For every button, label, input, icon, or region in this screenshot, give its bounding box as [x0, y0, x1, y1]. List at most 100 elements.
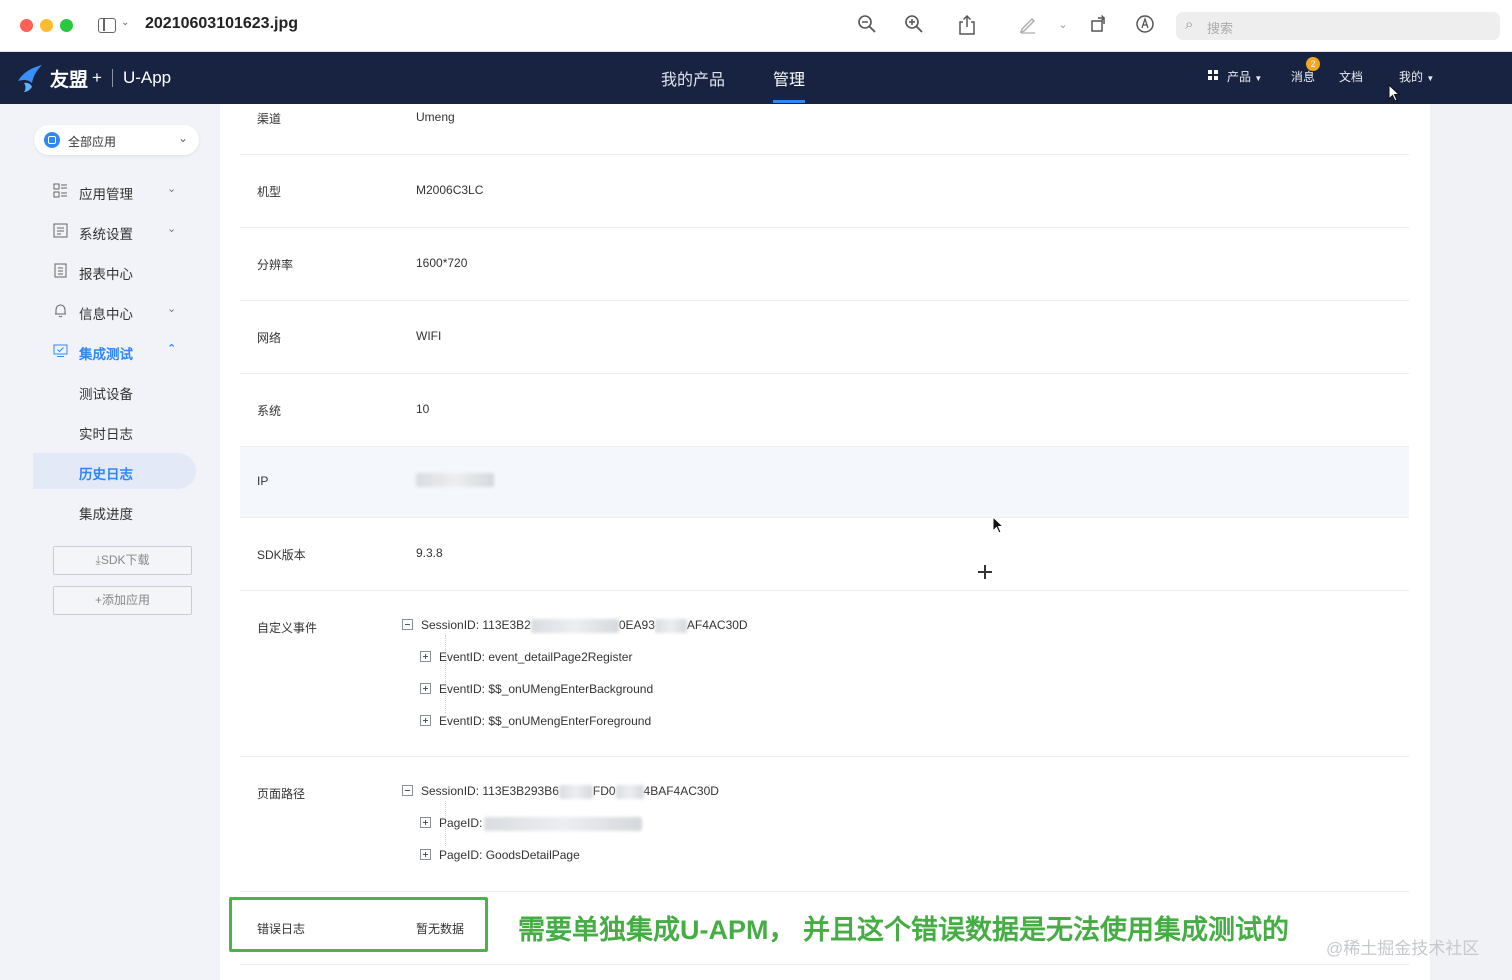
ip-value-redacted [416, 472, 494, 487]
collapse-icon[interactable] [402, 785, 413, 796]
sidebar-item-label: 应用管理 [79, 187, 133, 202]
redacted-segment [615, 784, 644, 799]
sidebar-subitem-label: 历史日志 [79, 467, 133, 482]
page-path-session-node[interactable]: SessionID: 113E3B293B6 FD0 4BAF4AC30D [402, 784, 719, 799]
zoom-out-icon[interactable] [856, 14, 878, 36]
sdk-download-button[interactable]: ⤓SDK下载 [53, 546, 192, 575]
chevron-down-icon: ⌄ [167, 183, 177, 195]
detail-key: SDK版本 [257, 548, 306, 562]
arrow-cursor-icon [992, 516, 1004, 534]
sidebar-subitem-label: 测试设备 [79, 387, 133, 402]
collapse-icon[interactable] [402, 619, 413, 630]
logo-divider [111, 69, 113, 87]
detail-row-page-paths: 页面路径 SessionID: 113E3B293B6 FD0 4BAF4AC30D… [240, 757, 1409, 892]
crosshair-cursor-icon [978, 565, 992, 579]
chevron-up-icon: ⌃ [167, 343, 177, 355]
docs-link[interactable]: 文档 [1339, 68, 1363, 85]
app-list-icon [53, 183, 68, 198]
sidebar-toggle-icon[interactable]: ⌄ [98, 16, 134, 36]
app-selector[interactable]: 全部应用 ⌄ [34, 125, 199, 155]
rotate-icon[interactable] [1088, 14, 1110, 36]
my-account-label: 我的 [1399, 70, 1424, 84]
detail-value: 10 [416, 402, 430, 416]
main-panel: 渠道 Umeng 机型 M2006C3LC 分辨率 1600*720 网络 WI… [220, 104, 1430, 980]
redacted-segment [484, 816, 643, 831]
detail-row-network: 网络 WIFI [240, 301, 1409, 374]
logo-text: 友盟 [50, 69, 89, 91]
sidebar-item-label: 信息中心 [79, 307, 133, 322]
expand-icon[interactable] [420, 715, 431, 726]
error-log-highlight: 错误日志 暂无数据 [229, 897, 488, 952]
custom-event-node[interactable]: EventID: $$_onUMengEnterBackground [420, 682, 653, 696]
sidebar-item-report-center[interactable]: 报表中心 [0, 253, 220, 289]
expand-icon[interactable] [420, 817, 431, 828]
add-app-button[interactable]: +添加应用 [53, 586, 192, 615]
chevron-down-icon: ⌄ [167, 303, 177, 315]
detail-value: 1600*720 [416, 256, 468, 270]
detail-value: WIFI [416, 329, 442, 343]
detail-key: 页面路径 [257, 787, 306, 801]
bell-icon [53, 303, 68, 318]
window-titlebar: ⌄ 20210603101623.jpg ⌄ ⌕ 搜索 [0, 0, 1512, 52]
sidebar-item-integration-test[interactable]: 集成测试 ⌃ [0, 333, 220, 369]
session-id-tail: AF4AC30D [686, 618, 748, 632]
sidebar-subitem-label: 实时日志 [79, 427, 133, 442]
detail-key: 自定义事件 [257, 621, 318, 635]
logo-plus: + [92, 68, 102, 87]
sidebar-item-label: 报表中心 [79, 267, 133, 282]
annotation-text: 需要单独集成U-APM， 并且这个错误数据是无法使用集成测试的 [518, 915, 1289, 945]
sidebar-item-label: 集成测试 [79, 347, 133, 362]
sidebar-item-app-management[interactable]: 应用管理 ⌄ [0, 173, 220, 209]
close-window-button[interactable] [20, 19, 33, 32]
detail-key: IP [257, 474, 269, 488]
event-id: EventID: $$_onUMengEnterBackground [439, 682, 654, 696]
markup-circle-icon[interactable] [1134, 14, 1156, 36]
error-log-value: 暂无数据 [416, 922, 465, 936]
sidebar-item-info-center[interactable]: 信息中心 ⌄ [0, 293, 220, 329]
detail-key: 渠道 [257, 112, 282, 126]
redacted-segment [530, 618, 619, 633]
window-title: 20210603101623.jpg [145, 15, 299, 32]
zoom-in-icon[interactable] [903, 14, 925, 36]
settings-icon [53, 223, 68, 238]
expand-icon[interactable] [420, 683, 431, 694]
sidebar-subitem-integration-progress[interactable]: 集成进度 [0, 493, 220, 529]
page-path-node[interactable]: PageID: [420, 816, 643, 831]
expand-icon[interactable] [420, 849, 431, 860]
search-placeholder: 搜索 [1207, 21, 1234, 36]
integration-test-icon [53, 343, 68, 358]
share-icon[interactable] [956, 14, 978, 36]
tab-my-products[interactable]: 我的产品 [661, 66, 725, 90]
search-icon: ⌕ [1185, 16, 1194, 33]
markup-chevron-down-icon[interactable]: ⌄ [1052, 14, 1074, 36]
page-path-node[interactable]: PageID: GoodsDetailPage [420, 848, 580, 862]
zoom-window-button[interactable] [60, 19, 73, 32]
tab-manage[interactable]: 管理 [773, 66, 805, 90]
products-grid-icon[interactable] [1208, 70, 1219, 81]
custom-event-node[interactable]: EventID: event_detailPage2Register [420, 650, 632, 664]
redacted-segment [558, 784, 593, 799]
my-account-menu[interactable]: 我的 ▼ [1399, 68, 1434, 85]
markup-pen-icon[interactable] [1017, 14, 1039, 36]
arrow-cursor-icon [1388, 84, 1400, 102]
session-id-prefix: SessionID: 113E3B293B6 [421, 784, 559, 798]
watermark: @稀土掘金技术社区 [1326, 939, 1480, 958]
top-navbar: 友盟 + U-App 我的产品 管理 产品 ▼ 消息 文档 我的 ▼ [0, 52, 1512, 104]
detail-key: 分辨率 [257, 258, 294, 272]
sidebar-subitem-history-log[interactable]: 历史日志 [33, 453, 196, 489]
products-menu[interactable]: 产品 ▼ [1227, 68, 1262, 85]
account-caret-icon: ▼ [1426, 74, 1435, 83]
search-field[interactable]: ⌕ 搜索 [1176, 12, 1500, 40]
custom-event-session-node[interactable]: SessionID: 113E3B2 0EA93 AF4AC30D [402, 618, 748, 633]
page-id: PageID: GoodsDetailPage [439, 848, 580, 862]
sidebar-subitem-test-devices[interactable]: 测试设备 [0, 373, 220, 409]
custom-event-node[interactable]: EventID: $$_onUMengEnterForeground [420, 714, 651, 728]
minimize-window-button[interactable] [40, 19, 53, 32]
sidebar-subitem-realtime-log[interactable]: 实时日志 [0, 413, 220, 449]
page-id: PageID: [439, 816, 483, 830]
expand-icon[interactable] [420, 651, 431, 662]
right-gutter [1430, 104, 1512, 980]
sidebar-item-system-settings[interactable]: 系统设置 ⌄ [0, 213, 220, 249]
umeng-logo[interactable]: 友盟 + U-App [16, 60, 171, 96]
products-caret-icon: ▼ [1254, 74, 1263, 83]
